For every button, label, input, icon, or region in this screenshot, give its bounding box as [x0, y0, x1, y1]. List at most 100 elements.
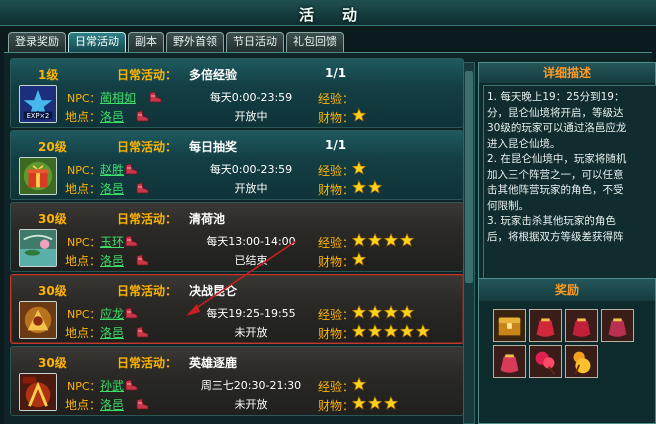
activity-time: 每天0:00-23:59: [209, 91, 293, 104]
resource-stars: [352, 252, 366, 266]
star-icon: [352, 377, 366, 391]
exp-label: 经验：: [318, 236, 355, 250]
teleport-shoe-icon[interactable]: [135, 110, 149, 122]
star-icon: [384, 233, 398, 247]
location-link[interactable]: 洛邑: [100, 180, 124, 197]
tab-bar: 登录奖励 日常活动 副本 野外首领 节日活动 礼包回馈: [8, 32, 344, 52]
reward-panel: 奖励: [478, 278, 656, 424]
activity-time: 每天13:00-14:00: [206, 235, 296, 248]
teleport-shoe-icon[interactable]: [124, 163, 138, 175]
teleport-shoe-icon[interactable]: [124, 379, 138, 391]
activity-time: 周三七20:30-21:30: [200, 379, 302, 392]
npc-link[interactable]: 玉环: [100, 233, 124, 250]
teleport-shoe-icon[interactable]: [135, 182, 149, 194]
red-pouch-icon[interactable]: [493, 345, 526, 378]
treasure-chest-icon[interactable]: [493, 309, 526, 342]
exp-label: 经验：: [318, 92, 355, 106]
golden-gourd-icon[interactable]: [565, 345, 598, 378]
level-label: 20级: [38, 140, 67, 154]
location-link[interactable]: 洛邑: [100, 396, 124, 413]
teleport-shoe-icon[interactable]: [124, 235, 138, 247]
location-link[interactable]: 洛邑: [100, 108, 124, 125]
npc-label: NPC：: [67, 308, 101, 321]
detail-line: 何限制。: [487, 199, 529, 212]
activity-row[interactable]: 20级 日常活动： 每日抽奖 1/1 NPC： 赵胜 地点： 洛邑 每天0:00…: [10, 130, 464, 200]
level-label: 30级: [38, 284, 67, 298]
level-label: 1级: [38, 68, 59, 82]
exp-x2-icon[interactable]: EXP×2: [19, 85, 57, 123]
resource-stars: [352, 324, 430, 338]
lotus-pond-icon[interactable]: [19, 229, 57, 267]
location-label: 地点：: [65, 326, 102, 340]
detail-title: 详细描述: [479, 63, 655, 83]
resource-stars: [352, 396, 398, 410]
tab-gift-feedback[interactable]: 礼包回馈: [286, 32, 344, 52]
npc-label: NPC：: [67, 164, 101, 177]
resources-label: 财物：: [318, 399, 355, 413]
exp-stars: [352, 161, 366, 175]
activity-name: 英雄逐鹿: [189, 356, 238, 370]
activity-status: 未开放: [234, 326, 268, 339]
teleport-shoe-icon[interactable]: [124, 307, 138, 319]
exp-label: 经验：: [318, 380, 355, 394]
star-icon: [368, 180, 382, 194]
star-icon: [352, 252, 366, 266]
tab-login-reward[interactable]: 登录奖励: [8, 32, 66, 52]
star-icon: [352, 233, 366, 247]
activity-row[interactable]: 30级 日常活动： 英雄逐鹿 NPC： 孙武 地点： 洛邑 周三七20:30-2…: [10, 346, 464, 416]
npc-link[interactable]: 赵胜: [100, 161, 124, 178]
teleport-shoe-icon[interactable]: [135, 326, 149, 338]
star-icon: [368, 305, 382, 319]
tab-festival[interactable]: 节日活动: [226, 32, 284, 52]
red-pouch-icon[interactable]: [529, 309, 562, 342]
list-scrollbar[interactable]: [463, 62, 475, 424]
location-link[interactable]: 洛邑: [100, 324, 124, 341]
tab-daily-activities[interactable]: 日常活动: [68, 32, 126, 52]
gift-icon[interactable]: [19, 157, 57, 195]
activity-status: 开放中: [234, 110, 268, 123]
activity-row-selected[interactable]: 30级 日常活动： 决战昆仑 NPC： 应龙 地点： 洛邑 每天19:25-19…: [10, 274, 464, 344]
detail-line: 击其他阵营玩家的角色，不受: [487, 184, 624, 196]
detail-panel: 详细描述 1. 每天晚上19：25分到19： 分，昆仑仙境将开启，等级达 30级…: [478, 62, 656, 284]
npc-label: NPC：: [67, 92, 101, 105]
window-title: 活动: [298, 6, 385, 24]
detail-line: 分，昆仑仙境将开启，等级达: [487, 106, 624, 119]
reward-slots: [493, 309, 656, 378]
teleport-shoe-icon[interactable]: [148, 91, 162, 103]
npc-link[interactable]: 孙武: [100, 377, 124, 394]
category-label: 日常活动：: [117, 284, 178, 298]
detail-line: 3. 玩家击杀其他玩家的角色: [487, 215, 616, 227]
activity-name: 多倍经验: [189, 68, 238, 82]
star-icon: [384, 396, 398, 410]
category-label: 日常活动：: [117, 212, 178, 226]
detail-text: 1. 每天晚上19：25分到19： 分，昆仑仙境将开启，等级达 30级的玩家可以…: [483, 85, 656, 281]
tab-field-boss[interactable]: 野外首领: [166, 32, 224, 52]
location-link[interactable]: 洛邑: [100, 252, 124, 269]
battle-icon[interactable]: [19, 301, 57, 339]
red-pouch-icon[interactable]: [601, 309, 634, 342]
location-label: 地点：: [65, 254, 102, 268]
detail-line: 1. 每天晚上19：25分到19：: [487, 91, 625, 103]
tab-dungeon[interactable]: 副本: [128, 32, 164, 52]
scrollbar-thumb[interactable]: [465, 71, 473, 283]
resource-stars: [352, 108, 366, 122]
activity-name: 决战昆仑: [189, 284, 238, 298]
activity-row[interactable]: 30级 日常活动： 清荷池 NPC： 玉环 地点： 洛邑 每天13:00-14:…: [10, 202, 464, 272]
activity-time: 每天19:25-19:55: [206, 307, 296, 320]
star-icon: [368, 396, 382, 410]
activity-row[interactable]: 1级 日常活动： 多倍经验 1/1 EXP×2 NPC： 蔺相如 地点： 洛邑 …: [10, 58, 464, 128]
red-pouch-icon[interactable]: [565, 309, 598, 342]
detail-line: 加入三个阵营之一，可以任意: [487, 168, 624, 181]
teleport-shoe-icon[interactable]: [135, 398, 149, 410]
category-label: 日常活动：: [117, 356, 178, 370]
activity-status: 已结束: [234, 254, 268, 267]
hero-icon[interactable]: [19, 373, 57, 411]
level-label: 30级: [38, 356, 67, 370]
teleport-shoe-icon[interactable]: [135, 254, 149, 266]
category-label: 日常活动：: [117, 140, 178, 154]
activity-name: 清荷池: [189, 212, 226, 226]
fire-lotus-icon[interactable]: [529, 345, 562, 378]
npc-link[interactable]: 应龙: [100, 305, 124, 322]
npc-link[interactable]: 蔺相如: [100, 89, 136, 106]
exp-label: 经验：: [318, 308, 355, 322]
